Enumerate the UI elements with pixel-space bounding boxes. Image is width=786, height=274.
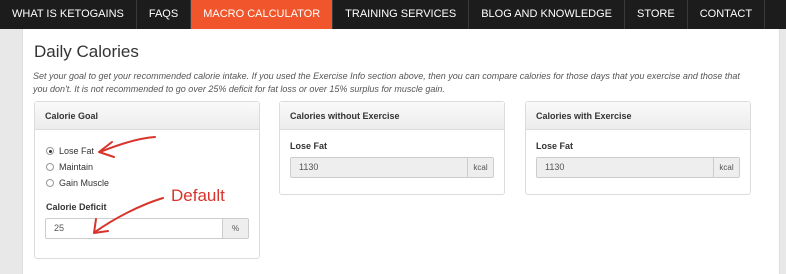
nav-store[interactable]: STORE [625,0,688,29]
percent-unit: % [222,219,248,238]
with-exercise-header: Calories with Exercise [526,102,750,130]
nav-contact[interactable]: CONTACT [688,0,766,29]
calorie-goal-card: Calorie Goal Lose Fat Maintain Gain Musc… [34,101,260,259]
lose-fat-label: Lose Fat [59,146,95,156]
calorie-deficit-label: Calorie Deficit [46,202,107,212]
description-line-1: Set your goal to get your recommended ca… [33,71,740,81]
top-navigation: WHAT IS KETOGAINS FAQS MACRO CALCULATOR … [0,0,786,29]
without-exercise-goal-label: Lose Fat [290,141,328,151]
with-exercise-goal-label: Lose Fat [536,141,574,151]
kcal-unit: kcal [467,158,493,177]
default-annotation-label: Default [171,186,225,205]
maintain-radio[interactable] [46,163,54,171]
goal-option-lose-fat[interactable]: Lose Fat [46,146,94,156]
without-exercise-calories-field: 1130 [291,158,467,177]
calorie-goal-header: Calorie Goal [35,102,259,130]
section-description: Set your goal to get your recommended ca… [33,70,775,95]
nav-blog-and-knowledge[interactable]: BLOG AND KNOWLEDGE [469,0,626,29]
lose-fat-radio[interactable] [46,147,54,155]
description-line-2: you don't. It is not recommended to go o… [33,83,445,94]
section-title: Daily Calories [34,42,139,61]
nav-training-services[interactable]: TRAINING SERVICES [333,0,470,29]
maintain-label: Maintain [59,162,94,172]
nav-macro-calculator[interactable]: MACRO CALCULATOR [191,0,334,29]
calories-with-exercise-card: Calories with Exercise Lose Fat 1130 kca… [525,101,751,195]
without-exercise-header: Calories without Exercise [280,102,504,130]
with-exercise-input-group: 1130 kcal [536,157,740,178]
with-exercise-calories-field: 1130 [537,158,713,177]
goal-option-maintain[interactable]: Maintain [46,162,93,172]
calorie-deficit-input[interactable]: 25 [46,219,222,238]
gain-muscle-radio[interactable] [46,179,54,187]
goal-option-gain-muscle[interactable]: Gain Muscle [46,178,109,188]
calorie-deficit-input-group: 25 % [45,218,249,239]
calories-without-exercise-card: Calories without Exercise Lose Fat 1130 … [279,101,505,195]
daily-calories-panel: Daily Calories Set your goal to get your… [22,29,780,274]
gain-muscle-label: Gain Muscle [59,178,110,188]
without-exercise-input-group: 1130 kcal [290,157,494,178]
nav-faqs[interactable]: FAQS [137,0,192,29]
kcal-unit: kcal [713,158,739,177]
nav-what-is-ketogains[interactable]: WHAT IS KETOGAINS [0,0,137,29]
